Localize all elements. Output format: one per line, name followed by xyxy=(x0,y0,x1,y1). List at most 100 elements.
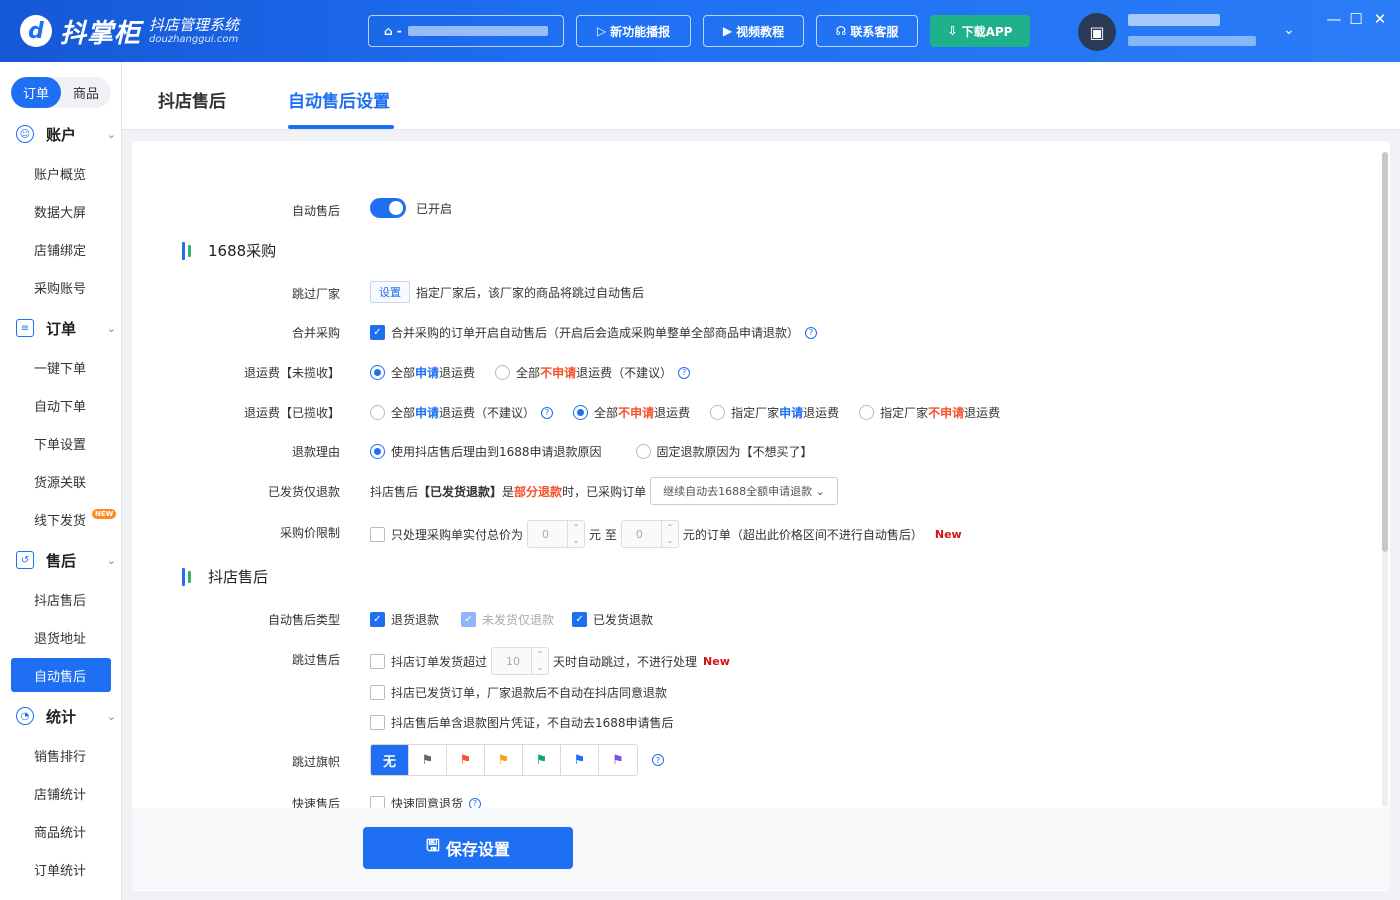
label-skip-vendor: 跳过厂家 xyxy=(291,287,340,301)
opt-text: 未发货仅退款 xyxy=(482,613,555,627)
label-skip-aftersale: 跳过售后 xyxy=(291,653,340,667)
contact-service-button[interactable]: ☊ 联系客服 xyxy=(816,15,918,47)
type-unshipped-refund-checkbox: ✓ xyxy=(461,612,477,627)
chevron-down-icon: ⌄ xyxy=(106,553,116,567)
save-label: 保存设置 xyxy=(445,840,510,859)
settings-panel xyxy=(132,141,1390,891)
service-label: 联系客服 xyxy=(850,24,899,39)
opt-text: 指定厂家 xyxy=(731,406,780,420)
opt-text: 是 xyxy=(502,484,515,499)
sidebar-item-product-stats[interactable]: 商品统计 xyxy=(11,815,111,847)
account-icon: ☺ xyxy=(16,125,34,143)
logo-url: douzhanggui.com xyxy=(149,33,239,45)
flag-blue-icon[interactable]: ⚑ xyxy=(561,745,599,775)
sidebar-item-shop-binding[interactable]: 店铺绑定 xyxy=(11,233,111,265)
skip-days-stepper[interactable]: 10 xyxy=(491,647,550,675)
sidebar-item-return-address[interactable]: 退货地址 xyxy=(11,621,111,653)
help-icon[interactable]: ? xyxy=(652,754,664,766)
flag-green-icon[interactable]: ⚑ xyxy=(523,745,561,775)
skip-vendor-refund-checkbox[interactable] xyxy=(370,685,385,700)
sidebar: 订单 商品 ☺ 账户 ⌄ 账户概览 数据大屏 店铺绑定 采购账号 ≡ 订单 ⌄ … xyxy=(0,62,122,900)
sidebar-item-douyin-aftersale[interactable]: 抖店售后 xyxy=(11,583,111,615)
skip-image-proof-checkbox[interactable] xyxy=(370,715,385,730)
reason-radio-use-douyin[interactable] xyxy=(370,444,385,459)
avatar[interactable]: ▣ xyxy=(1078,13,1116,51)
type-shipped-refund-checkbox[interactable]: ✓ xyxy=(572,612,588,627)
flag-red-icon[interactable]: ⚑ xyxy=(447,745,485,775)
sidebar-item-order-settings[interactable]: 下单设置 xyxy=(11,427,111,459)
group-order[interactable]: ≡ 订单 ⌄ xyxy=(16,316,116,340)
price-min-stepper[interactable]: 0 xyxy=(527,520,586,548)
label-shipped-refund: 已发货仅退款 xyxy=(267,485,340,499)
fee-signed-radio-vendor-apply[interactable] xyxy=(710,405,726,420)
opt-text: 元的订单（超出此价格区间不进行自动售后） xyxy=(682,527,923,542)
tab-auto-aftersale-settings[interactable]: 自动售后设置 xyxy=(288,87,390,112)
seg-order[interactable]: 订单 xyxy=(11,77,61,108)
help-icon[interactable]: ? xyxy=(678,366,691,379)
reason-radio-fixed[interactable] xyxy=(635,444,651,459)
auto-aftersale-status: 已开启 xyxy=(416,201,453,216)
fee-signed-radio-no-apply[interactable] xyxy=(573,405,589,420)
sidebar-item-purchase-account[interactable]: 采购账号 xyxy=(11,271,111,303)
flag-gray-icon[interactable]: ⚑ xyxy=(409,745,447,775)
close-icon[interactable]: ✕ xyxy=(1370,10,1390,28)
fee-signed-radio-apply[interactable] xyxy=(370,405,385,420)
flag-purple-icon[interactable]: ⚑ xyxy=(599,745,637,775)
sidebar-item-data-screen[interactable]: 数据大屏 xyxy=(11,195,111,227)
opt-text: 退运费（不建议） xyxy=(576,366,673,380)
auto-aftersale-toggle[interactable] xyxy=(370,198,406,218)
video-label: 视频教程 xyxy=(736,24,785,39)
scrollbar-track[interactable] xyxy=(1382,552,1388,807)
shipped-refund-select[interactable]: 继续自动去1688全额申请退款 ⌄ xyxy=(650,477,838,505)
sidebar-item-offline-ship[interactable]: 线下发货 xyxy=(11,503,111,535)
shop-selector[interactable]: ⌂ - xyxy=(368,15,564,47)
group-account[interactable]: ☺ 账户 ⌄ xyxy=(16,122,116,146)
label-refund-reason: 退款理由 xyxy=(291,445,340,459)
user-info-redacted[interactable] xyxy=(1128,14,1256,46)
fee-signed-radio-vendor-no-apply[interactable] xyxy=(859,405,875,420)
logo: d 抖掌柜 抖店管理系统 douzhanggui.com xyxy=(20,12,239,50)
price-limit-checkbox[interactable] xyxy=(370,526,385,542)
sidebar-item-account-overview[interactable]: 账户概览 xyxy=(11,157,111,189)
user-menu-chevron-icon[interactable]: ⌄ xyxy=(1283,22,1295,38)
group-aftersale[interactable]: ↺ 售后 ⌄ xyxy=(16,548,116,572)
top-header: d 抖掌柜 抖店管理系统 douzhanggui.com ⌂ - ▷ 新功能播报… xyxy=(0,0,1400,62)
scrollbar-thumb[interactable] xyxy=(1382,152,1388,552)
opt-text: 全部 xyxy=(594,406,619,420)
group-stats[interactable]: ◔ 统计 ⌄ xyxy=(16,704,116,728)
fee-unsigned-radio-no-apply[interactable] xyxy=(495,365,511,380)
help-icon[interactable]: ? xyxy=(541,406,554,419)
sidebar-item-auto-aftersale[interactable]: 自动售后 xyxy=(11,658,111,692)
skip-days-checkbox[interactable] xyxy=(370,653,385,669)
announce-button[interactable]: ▷ 新功能播报 xyxy=(576,15,691,47)
merge-purchase-checkbox[interactable]: ✓ xyxy=(370,325,385,340)
sidebar-item-shop-stats[interactable]: 店铺统计 xyxy=(11,777,111,809)
help-icon[interactable]: ? xyxy=(805,326,818,339)
download-app-button[interactable]: ⇩ 下载APP xyxy=(930,15,1030,47)
sidebar-item-sales-rank[interactable]: 销售排行 xyxy=(11,739,111,771)
price-max-stepper[interactable]: 0 xyxy=(620,520,679,548)
sidebar-item-order-stats[interactable]: 订单统计 xyxy=(11,853,111,885)
opt-text: 【已发货退款】 xyxy=(418,484,503,499)
new-label: New xyxy=(934,527,962,541)
opt-text: 退运费 xyxy=(964,406,1001,420)
flag-none[interactable]: 无 xyxy=(371,745,409,775)
seg-product[interactable]: 商品 xyxy=(61,77,111,108)
opt-text: 退运费 xyxy=(654,406,691,420)
minimize-icon[interactable]: — xyxy=(1324,10,1344,28)
video-tutorial-button[interactable]: ▶ 视频教程 xyxy=(703,15,804,47)
tab-douyin-aftersale[interactable]: 抖店售后 xyxy=(158,87,226,112)
sidebar-item-auto-order[interactable]: 自动下单 xyxy=(11,389,111,421)
save-settings-button[interactable]: 🖫 保存设置 xyxy=(363,827,573,869)
sidebar-item-source-link[interactable]: 货源关联 xyxy=(11,465,111,497)
footer-bar xyxy=(132,808,1390,890)
sidebar-item-one-click-order[interactable]: 一键下单 xyxy=(11,351,111,383)
maximize-icon[interactable]: ☐ xyxy=(1346,10,1366,28)
select-value: 继续自动去1688全额申请退款 xyxy=(663,485,813,498)
flag-orange-icon[interactable]: ⚑ xyxy=(485,745,523,775)
fee-unsigned-radio-apply[interactable] xyxy=(370,365,385,380)
skip-vendor-set-button[interactable]: 设置 xyxy=(370,281,410,303)
group-order-label: 订单 xyxy=(46,319,77,338)
type-return-refund-checkbox[interactable]: ✓ xyxy=(370,612,385,627)
section-douyin-aftersale: 抖店售后 xyxy=(182,566,268,587)
